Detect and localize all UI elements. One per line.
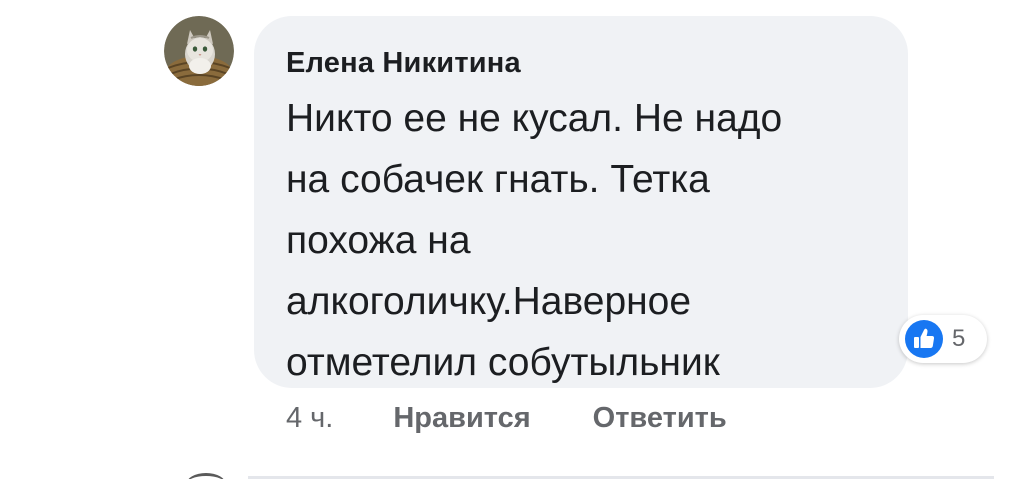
thumbs-up-icon xyxy=(905,320,943,358)
next-avatar-edge xyxy=(186,473,226,479)
like-button[interactable]: Нравится xyxy=(393,402,530,435)
reaction-count: 5 xyxy=(952,325,966,352)
avatar[interactable] xyxy=(164,16,234,86)
reply-button[interactable]: Ответить xyxy=(593,402,727,435)
comment-thread: Елена Никитина Никто ее не кусал. Не над… xyxy=(0,0,1024,479)
comment-timestamp[interactable]: 4 ч. xyxy=(286,402,333,435)
comment-bubble: Елена Никитина Никто ее не кусал. Не над… xyxy=(254,16,908,388)
cat-photo-avatar-icon xyxy=(164,16,234,86)
comment-actions: 4 ч. Нравится Ответить xyxy=(286,396,789,440)
comment-author-name[interactable]: Елена Никитина xyxy=(286,44,878,82)
comment-text: Никто ее не кусал. Не надо на собачек гн… xyxy=(286,97,783,384)
reaction-summary[interactable]: 5 xyxy=(899,315,987,363)
